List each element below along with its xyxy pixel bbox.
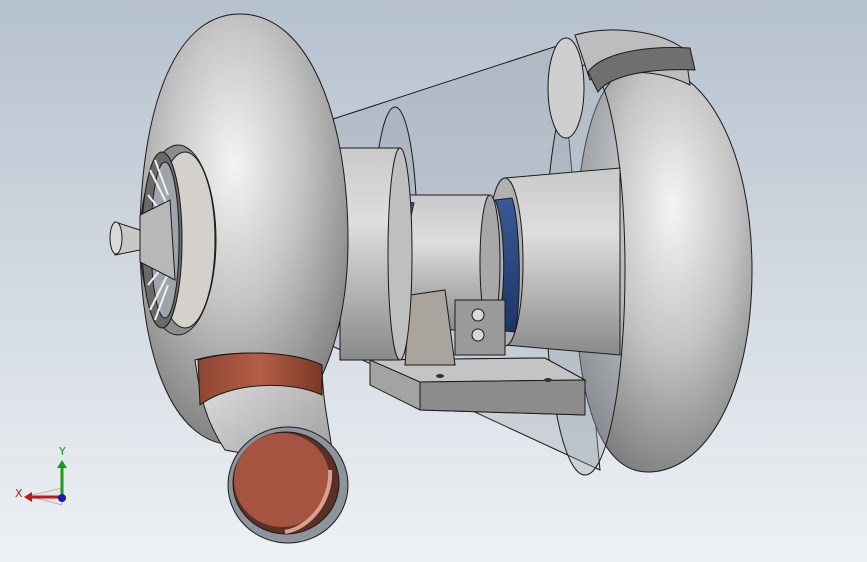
triad-x-label: X — [15, 487, 23, 500]
model-canvas[interactable]: X Y — [0, 0, 867, 562]
graphics-viewport[interactable]: X Y — [0, 0, 867, 562]
triad-y-label: Y — [58, 445, 66, 458]
compressor-cylinder — [339, 147, 413, 361]
exhaust-cylinder — [486, 167, 621, 356]
